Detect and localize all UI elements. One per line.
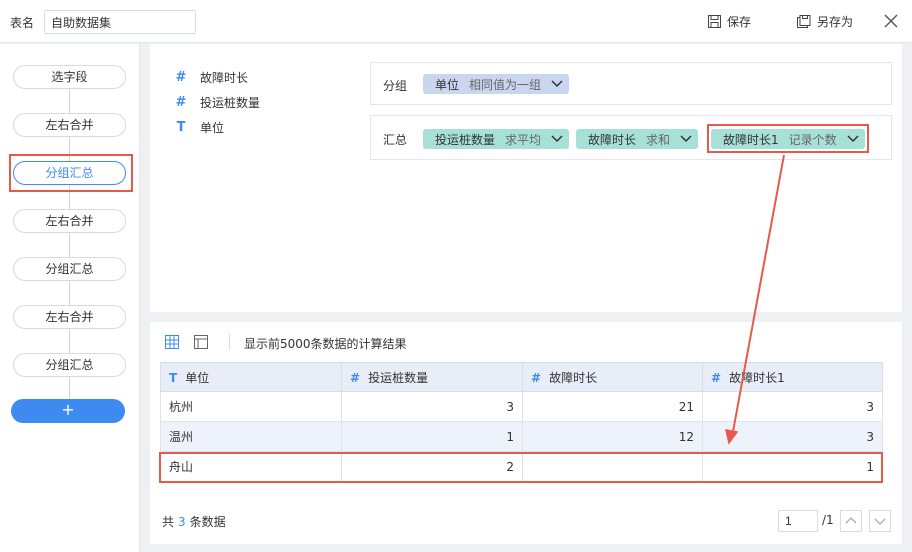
table-cell: 12 (522, 421, 703, 452)
result-description: 显示前5000条数据的计算结果 (244, 337, 407, 351)
save-as-button[interactable]: 另存为 (797, 13, 853, 30)
add-step-button[interactable]: + (11, 399, 125, 423)
column-name: 故障时长1 (729, 370, 785, 385)
table-cell: 1 (341, 421, 523, 452)
table-row: 舟山 2 1 (160, 451, 883, 482)
number-type-icon: # (531, 370, 542, 385)
count-prefix: 共 (162, 515, 175, 529)
table-cell: 温州 (160, 421, 342, 452)
group-zone-label: 分组 (383, 79, 408, 93)
column-header[interactable]: # 故障时长1 (702, 362, 883, 392)
table-cell: 1 (702, 451, 883, 482)
field-item[interactable]: # 故障时长 (174, 69, 248, 86)
save-as-label: 另存为 (817, 15, 854, 29)
summary-chip[interactable]: 故障时长1 记录个数 (711, 129, 865, 149)
chip-mode: 求平均 (505, 132, 542, 147)
number-type-icon: # (175, 70, 187, 85)
group-zone[interactable]: 分组 单位 相同值为一组 (370, 62, 892, 105)
step-group-summary-3[interactable]: 分组汇总 (13, 353, 126, 377)
table-cell: 2 (341, 451, 523, 482)
chevron-down-icon[interactable] (680, 135, 692, 143)
summary-chip[interactable]: 投运桩数量 求平均 (423, 129, 570, 149)
chip-mode: 求和 (646, 132, 671, 147)
column-header[interactable]: T 单位 (160, 362, 342, 392)
close-icon[interactable] (884, 14, 898, 28)
table-cell: 3 (702, 421, 883, 452)
number-type-icon: # (711, 370, 722, 385)
next-page-button[interactable] (869, 510, 891, 532)
chip-field-name: 故障时长1 (723, 132, 779, 147)
field-name: 投运桩数量 (200, 96, 261, 110)
column-name: 单位 (185, 370, 210, 385)
table-cell: 21 (522, 391, 703, 422)
toolbar-divider (229, 334, 230, 350)
page-input[interactable] (778, 510, 818, 532)
chevron-up-icon (845, 517, 857, 524)
result-panel: 显示前5000条数据的计算结果 T 单位 # 投运桩数量 # 故障时长 # 故障时长1 … (150, 322, 902, 544)
table-cell: 3 (702, 391, 883, 422)
table-cell: 3 (341, 391, 523, 422)
table-row: 杭州 3 21 3 (160, 391, 883, 422)
layout-view-icon[interactable] (194, 335, 208, 349)
result-table: T 单位 # 投运桩数量 # 故障时长 # 故障时长1 杭州 3 21 3 温州 1 1… (160, 362, 883, 482)
page-total: /1 (822, 513, 834, 527)
chip-mode: 记录个数 (788, 132, 837, 147)
field-item[interactable]: T 单位 (174, 119, 224, 136)
save-label: 保存 (727, 15, 752, 29)
table-cell: 舟山 (160, 451, 342, 482)
summary-zone-label: 汇总 (383, 133, 408, 147)
summary-zone[interactable]: 汇总 投运桩数量 求平均 故障时长 求和 故障时长1 记录个数 (370, 115, 892, 160)
column-name: 故障时长 (549, 370, 598, 385)
field-item[interactable]: # 投运桩数量 (174, 94, 260, 111)
chip-field-name: 故障时长 (588, 132, 637, 147)
table-view-icon[interactable] (165, 335, 179, 349)
number-type-icon: # (175, 95, 187, 110)
group-chip-unit[interactable]: 单位 相同值为一组 (423, 74, 570, 94)
summary-chip[interactable]: 故障时长 求和 (576, 129, 699, 149)
step-panel: 选字段 左右合并 分组汇总 左右合并 分组汇总 左右合并 分组汇总 + (0, 44, 140, 552)
text-type-icon: T (176, 120, 186, 135)
column-name: 投运桩数量 (368, 370, 429, 385)
chevron-down-icon (874, 518, 886, 525)
table-name-input[interactable] (44, 10, 196, 34)
save-icon (708, 15, 721, 28)
chevron-down-icon[interactable] (847, 135, 859, 143)
count-value: 3 (178, 515, 186, 529)
field-name: 故障时长 (200, 71, 249, 85)
table-cell: 杭州 (160, 391, 342, 422)
text-type-icon: T (169, 370, 178, 385)
prev-page-button[interactable] (840, 510, 862, 532)
table-row: 温州 1 12 3 (160, 421, 883, 452)
step-group-summary-1[interactable]: 分组汇总 (13, 161, 126, 185)
chevron-down-icon[interactable] (551, 135, 563, 143)
column-header[interactable]: # 投运桩数量 (341, 362, 523, 392)
step-select-fields[interactable]: 选字段 (13, 65, 126, 89)
table-name-label: 表名 (10, 16, 35, 30)
top-bar: 表名 保存 另存为 (0, 0, 912, 43)
chip-field-name: 投运桩数量 (435, 132, 496, 147)
column-header[interactable]: # 故障时长 (522, 362, 703, 392)
record-count: 共 3 条数据 (162, 513, 226, 530)
count-suffix: 条数据 (189, 515, 226, 529)
save-button[interactable]: 保存 (708, 13, 751, 30)
step-group-summary-2[interactable]: 分组汇总 (13, 257, 126, 281)
config-panel: # 故障时长 # 投运桩数量 T 单位 分组 单位 相同值为一组 汇总 投运桩数… (150, 44, 902, 312)
chip-field-name: 单位 (435, 77, 460, 92)
step-merge-2[interactable]: 左右合并 (13, 209, 126, 233)
field-name: 单位 (200, 121, 225, 135)
step-merge-3[interactable]: 左右合并 (13, 305, 126, 329)
table-header-row: T 单位 # 投运桩数量 # 故障时长 # 故障时长1 (160, 362, 883, 392)
chevron-down-icon[interactable] (551, 80, 563, 88)
chip-mode: 相同值为一组 (469, 77, 542, 92)
number-type-icon: # (350, 370, 361, 385)
table-cell (522, 451, 703, 482)
step-merge-1[interactable]: 左右合并 (13, 113, 126, 137)
save-as-icon (797, 15, 811, 28)
